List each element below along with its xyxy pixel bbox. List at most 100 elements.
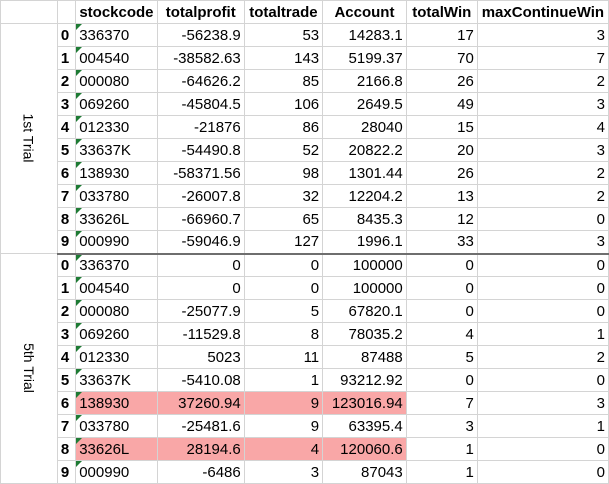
cell-stockcode[interactable]: 138930: [75, 391, 158, 415]
cell-stockcode[interactable]: 000990: [75, 460, 158, 484]
cell-totaltrade[interactable]: 0: [243, 276, 324, 300]
column-header-totalwin[interactable]: totalWin: [405, 0, 478, 24]
cell-totalprofit[interactable]: 0: [156, 253, 245, 277]
cell-account[interactable]: 63395.4: [322, 414, 407, 438]
row-index[interactable]: 9: [56, 460, 77, 484]
cell-totalprofit[interactable]: -58371.56: [156, 161, 245, 185]
cell-totalwin[interactable]: 26: [405, 69, 478, 93]
row-index[interactable]: 7: [56, 184, 77, 208]
cell-totalprofit[interactable]: -45804.5: [156, 92, 245, 116]
cell-totalprofit[interactable]: -21876: [156, 115, 245, 139]
cell-maxcontinuewin[interactable]: 3: [476, 92, 609, 116]
table-row[interactable]: 8 33626L 28194.6 4 120060.6 1 0: [1, 437, 609, 461]
cell-stockcode[interactable]: 004540: [75, 46, 158, 70]
cell-totalprofit[interactable]: -25481.6: [156, 414, 245, 438]
cell-maxcontinuewin[interactable]: 3: [476, 23, 609, 47]
cell-account[interactable]: 123016.94: [322, 391, 407, 415]
cell-totalwin[interactable]: 70: [405, 46, 478, 70]
cell-maxcontinuewin[interactable]: 0: [476, 253, 609, 277]
row-index[interactable]: 6: [56, 391, 77, 415]
cell-totaltrade[interactable]: 32: [243, 184, 324, 208]
table-row[interactable]: 7 033780 -25481.6 9 63395.4 3 1: [1, 414, 609, 438]
row-index[interactable]: 5: [56, 138, 77, 162]
cell-totaltrade[interactable]: 1: [243, 368, 324, 392]
cell-maxcontinuewin[interactable]: 2: [476, 69, 609, 93]
cell-totaltrade[interactable]: 9: [243, 414, 324, 438]
cell-maxcontinuewin[interactable]: 3: [476, 230, 609, 255]
cell-stockcode[interactable]: 33637K: [75, 138, 158, 162]
cell-maxcontinuewin[interactable]: 0: [476, 460, 609, 484]
cell-totalprofit[interactable]: -38582.63: [156, 46, 245, 70]
cell-stockcode[interactable]: 138930: [75, 161, 158, 185]
cell-stockcode[interactable]: 000080: [75, 299, 158, 323]
cell-account[interactable]: 87488: [322, 345, 407, 369]
cell-stockcode[interactable]: 000080: [75, 69, 158, 93]
cell-account[interactable]: 100000: [322, 253, 407, 277]
cell-stockcode[interactable]: 069260: [75, 92, 158, 116]
corner-cell-index[interactable]: [56, 0, 77, 24]
cell-account[interactable]: 2649.5: [322, 92, 407, 116]
cell-account[interactable]: 20822.2: [322, 138, 407, 162]
column-header-totalprofit[interactable]: totalprofit: [156, 0, 245, 24]
cell-account[interactable]: 87043: [322, 460, 407, 484]
cell-account[interactable]: 100000: [322, 276, 407, 300]
cell-totalwin[interactable]: 12: [405, 207, 478, 231]
cell-account[interactable]: 93212.92: [322, 368, 407, 392]
cell-totalwin[interactable]: 13: [405, 184, 478, 208]
cell-totalwin[interactable]: 5: [405, 345, 478, 369]
cell-stockcode[interactable]: 33637K: [75, 368, 158, 392]
cell-maxcontinuewin[interactable]: 2: [476, 345, 609, 369]
table-row[interactable]: 1 004540 -38582.63 143 5199.37 70 7: [1, 46, 609, 70]
cell-totalprofit[interactable]: -6486: [156, 460, 245, 484]
cell-totalwin[interactable]: 3: [405, 414, 478, 438]
row-index[interactable]: 8: [56, 207, 77, 231]
cell-stockcode[interactable]: 33626L: [75, 437, 158, 461]
cell-maxcontinuewin[interactable]: 3: [476, 138, 609, 162]
cell-totaltrade[interactable]: 8: [243, 322, 324, 346]
table-row[interactable]: 7 033780 -26007.8 32 12204.2 13 2: [1, 184, 609, 208]
column-header-maxcontinuewin[interactable]: maxContinueWin: [476, 0, 609, 24]
row-index[interactable]: 0: [56, 253, 77, 277]
cell-totalwin[interactable]: 1: [405, 437, 478, 461]
cell-totalwin[interactable]: 17: [405, 23, 478, 47]
cell-totaltrade[interactable]: 0: [243, 253, 324, 277]
cell-account[interactable]: 1301.44: [322, 161, 407, 185]
cell-totaltrade[interactable]: 98: [243, 161, 324, 185]
cell-totalwin[interactable]: 49: [405, 92, 478, 116]
cell-totalprofit[interactable]: -26007.8: [156, 184, 245, 208]
cell-maxcontinuewin[interactable]: 1: [476, 322, 609, 346]
table-row[interactable]: 9 000990 -6486 3 87043 1 0: [1, 460, 609, 484]
cell-totaltrade[interactable]: 9: [243, 391, 324, 415]
cell-stockcode[interactable]: 069260: [75, 322, 158, 346]
cell-stockcode[interactable]: 012330: [75, 345, 158, 369]
cell-totalprofit[interactable]: -25077.9: [156, 299, 245, 323]
row-index[interactable]: 2: [56, 69, 77, 93]
row-index[interactable]: 5: [56, 368, 77, 392]
row-index[interactable]: 4: [56, 115, 77, 139]
cell-maxcontinuewin[interactable]: 4: [476, 115, 609, 139]
cell-totaltrade[interactable]: 52: [243, 138, 324, 162]
cell-totalwin[interactable]: 0: [405, 276, 478, 300]
row-index[interactable]: 9: [56, 230, 77, 255]
cell-totalprofit[interactable]: 37260.94: [156, 391, 245, 415]
cell-stockcode[interactable]: 33626L: [75, 207, 158, 231]
table-row[interactable]: 5th Trial 0 336370 0 0 100000 0 0: [0, 253, 609, 484]
cell-stockcode[interactable]: 000990: [75, 230, 158, 255]
cell-account[interactable]: 28040: [322, 115, 407, 139]
cell-totalprofit[interactable]: 28194.6: [156, 437, 245, 461]
cell-maxcontinuewin[interactable]: 2: [476, 161, 609, 185]
cell-totalwin[interactable]: 4: [405, 322, 478, 346]
cell-totalwin[interactable]: 0: [405, 368, 478, 392]
cell-maxcontinuewin[interactable]: 7: [476, 46, 609, 70]
cell-totalprofit[interactable]: 5023: [156, 345, 245, 369]
table-row[interactable]: 4 012330 -21876 86 28040 15 4: [1, 115, 609, 139]
cell-stockcode[interactable]: 336370: [75, 23, 158, 47]
cell-totaltrade[interactable]: 53: [243, 23, 324, 47]
cell-totalprofit[interactable]: -64626.2: [156, 69, 245, 93]
cell-totalwin[interactable]: 33: [405, 230, 478, 255]
cell-totalwin[interactable]: 7: [405, 391, 478, 415]
cell-totalwin[interactable]: 0: [405, 253, 478, 277]
table-row[interactable]: 3 069260 -45804.5 106 2649.5 49 3: [1, 92, 609, 116]
table-row[interactable]: 5 33637K -5410.08 1 93212.92 0 0: [1, 368, 609, 392]
cell-totaltrade[interactable]: 85: [243, 69, 324, 93]
